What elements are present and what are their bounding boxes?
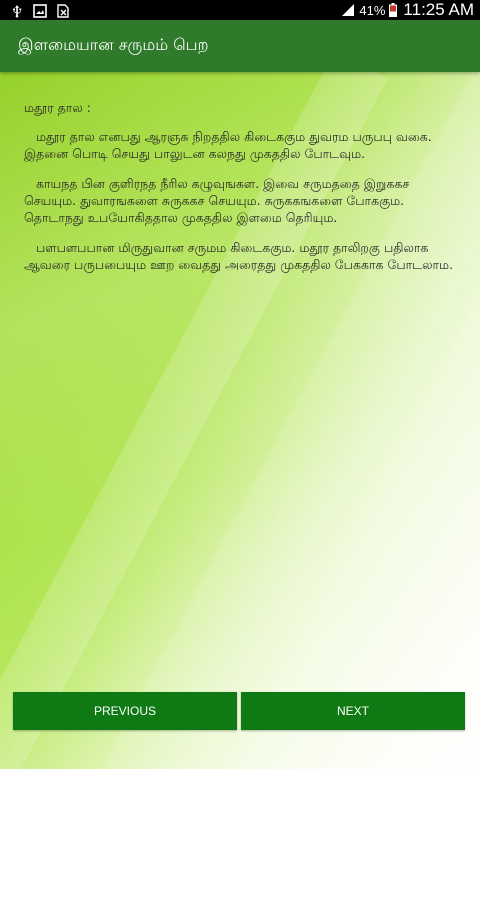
notification-icons [0, 3, 70, 18]
article-paragraph: மதூர தால எனபது ஆரஞசு நிறததில கிடைககும து… [24, 129, 432, 161]
app-bar: இளமையான சருமம் பெற [0, 20, 480, 72]
next-button[interactable]: NEXT [241, 692, 465, 730]
app-title: இளமையான சருமம் பெற [18, 35, 209, 54]
clock: 11:25 AM [403, 0, 474, 19]
previous-button[interactable]: PREVIOUS [13, 692, 237, 730]
content-area[interactable]: மதூர தால : மதூர தால எனபது ஆரஞசு நிறததில … [0, 50, 480, 900]
status-bar: 41% 11:25 AM [0, 0, 480, 20]
image-icon [33, 3, 47, 18]
article-paragraph: பளபளபபான மிருதுவான சருமம கிடைககும. மதூர … [24, 240, 454, 272]
article-paragraph: காயநத பின குளிரநத நீரில கழுவுஙகள. இவை சர… [24, 176, 410, 225]
battery-percent: 41% [359, 2, 386, 18]
battery-icon [389, 3, 398, 17]
usb-icon [10, 3, 24, 18]
system-status: 41% 11:25 AM [341, 0, 474, 20]
signal-icon [341, 3, 355, 17]
article-text: மதூர தால : மதூர தால எனபது ஆரஞசு நிறததில … [24, 99, 456, 286]
file-icon [56, 3, 70, 18]
article-heading: மதூர தால : [24, 100, 91, 115]
